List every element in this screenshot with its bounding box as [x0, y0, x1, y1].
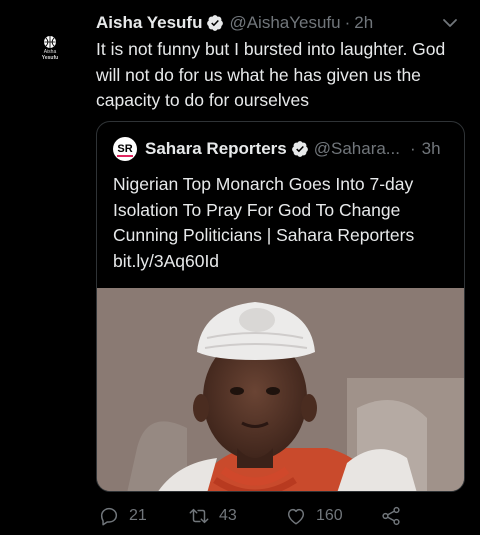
retweet-icon: [189, 508, 209, 524]
quoted-timestamp: 3h: [421, 139, 441, 158]
retweet-count: 43: [219, 507, 237, 524]
quoted-tweet-header: SR Sahara Reporters @Sahara... · 3h: [113, 136, 450, 162]
tweet-text: It is not funny but I bursted into laugh…: [96, 39, 446, 111]
quoted-tweet-card[interactable]: SR Sahara Reporters @Sahara... · 3h Nige…: [96, 121, 465, 492]
more-options-chevron-icon[interactable]: [440, 13, 460, 33]
basketball-icon: [44, 36, 56, 48]
reply-button[interactable]: 21: [98, 505, 188, 527]
share-button[interactable]: [380, 505, 411, 527]
like-button[interactable]: 160: [285, 505, 380, 527]
tweet-header: Aisha Yesufu @AishaYesufu · 2h: [96, 11, 460, 35]
retweet-button[interactable]: 43: [188, 505, 285, 527]
author-name[interactable]: Aisha Yesufu: [96, 13, 202, 33]
author-handle[interactable]: @AishaYesufu: [229, 13, 340, 33]
quoted-author-name: Sahara Reporters: [145, 139, 287, 158]
author-avatar[interactable]: Aisha Yesufu: [24, 22, 76, 74]
tweet-timestamp[interactable]: 2h: [354, 13, 373, 33]
quoted-author-avatar: SR: [113, 137, 137, 161]
share-icon: [382, 506, 400, 526]
monarch-portrait-image: [97, 288, 464, 491]
quoted-verified-badge-icon: [291, 141, 308, 157]
quoted-header-separator: ·: [409, 139, 416, 158]
reply-count: 21: [129, 507, 147, 524]
reply-icon: [100, 507, 118, 526]
quoted-tweet-text: Nigerian Top Monarch Goes Into 7-day Iso…: [113, 174, 415, 271]
verified-badge-icon: [207, 15, 224, 31]
quoted-tweet-photo[interactable]: [97, 288, 464, 491]
avatar-label-last: Yesufu: [41, 55, 59, 61]
tweet-actions-bar: 21 43 160: [98, 502, 411, 530]
heart-icon: [287, 508, 305, 525]
quoted-author-handle: @Sahara...: [313, 139, 400, 158]
like-count: 160: [316, 507, 343, 524]
header-separator: ·: [344, 13, 351, 32]
